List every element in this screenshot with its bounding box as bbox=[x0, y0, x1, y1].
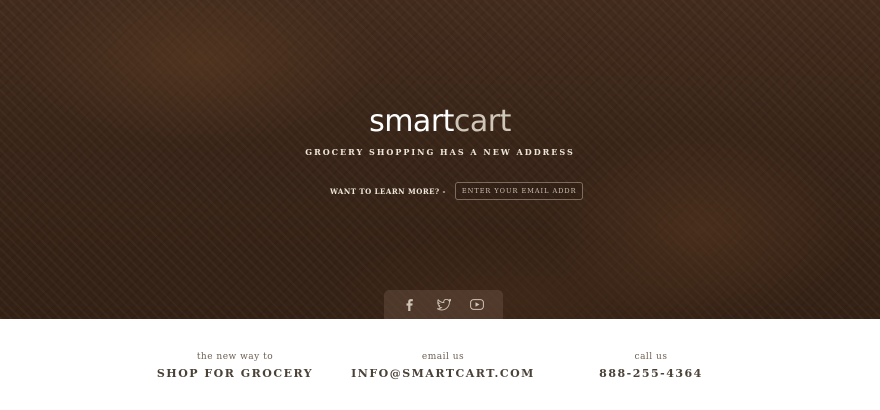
hero-overlay bbox=[0, 0, 880, 319]
social-links bbox=[384, 290, 503, 319]
brand-logo-part1: smart bbox=[369, 104, 454, 139]
email-input[interactable] bbox=[454, 182, 583, 200]
footer-shop-caption: the new way to bbox=[196, 352, 274, 362]
footer-email-column: email us INFO@SMARTCART.COM bbox=[351, 352, 535, 380]
brand-logo[interactable]: smartcart bbox=[0, 104, 880, 139]
youtube-icon[interactable] bbox=[469, 297, 485, 313]
footer-email-caption: email us bbox=[421, 352, 465, 362]
signup-label: WANT TO LEARN MORE? - bbox=[330, 186, 446, 196]
twitter-icon[interactable] bbox=[436, 297, 452, 313]
footer: the new way to SHOP FOR GROCERY email us… bbox=[0, 319, 880, 410]
brand-logo-part2: cart bbox=[453, 104, 511, 139]
footer-email-link[interactable]: INFO@SMARTCART.COM bbox=[351, 367, 535, 380]
hero-tagline: GROCERY SHOPPING HAS A NEW ADDRESS bbox=[305, 147, 575, 157]
footer-phone-link[interactable]: 888-255-4364 bbox=[599, 367, 703, 380]
footer-phone-column: call us 888-255-4364 bbox=[599, 352, 703, 380]
footer-shop-column: the new way to SHOP FOR GROCERY bbox=[157, 352, 313, 380]
footer-shop-link[interactable]: SHOP FOR GROCERY bbox=[157, 367, 313, 380]
hero-section: smartcart GROCERY SHOPPING HAS A NEW ADD… bbox=[0, 0, 880, 319]
signup-form: WANT TO LEARN MORE? - bbox=[330, 181, 583, 201]
facebook-icon[interactable] bbox=[402, 297, 418, 313]
footer-phone-caption: call us bbox=[634, 352, 668, 362]
